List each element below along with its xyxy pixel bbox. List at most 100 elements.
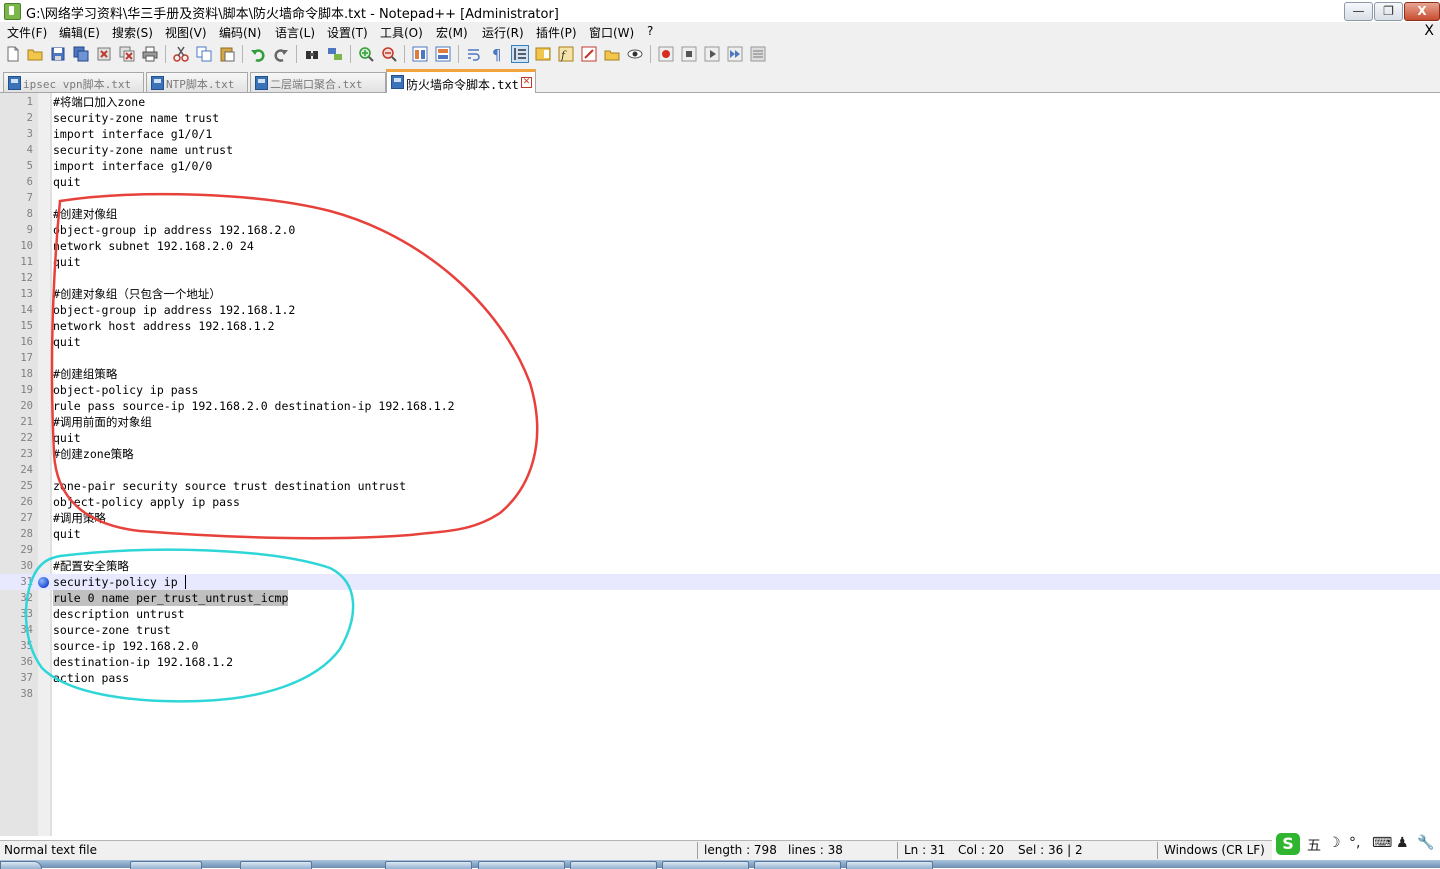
close-button[interactable]: X: [1404, 2, 1440, 21]
editor-line[interactable]: 11 quit: [0, 254, 1440, 270]
folder-as-workspace-icon[interactable]: [581, 46, 597, 62]
line-text[interactable]: #配置安全策略: [53, 558, 129, 574]
editor-line[interactable]: 4 security-zone name untrust: [0, 142, 1440, 158]
editor-line[interactable]: 15 network host address 192.168.1.2: [0, 318, 1440, 334]
editor-line[interactable]: 12: [0, 270, 1440, 286]
line-text[interactable]: network subnet 192.168.2.0 24: [53, 238, 254, 254]
editor-line[interactable]: 6 quit: [0, 174, 1440, 190]
sogou-ime-logo-icon[interactable]: S: [1276, 833, 1300, 855]
paste-icon[interactable]: [219, 46, 235, 62]
editor-line[interactable]: 35 source-ip 192.168.2.0: [0, 638, 1440, 654]
record-macro-icon[interactable]: [658, 46, 674, 62]
line-text[interactable]: security-zone name trust: [53, 110, 219, 126]
show-all-characters-icon[interactable]: ¶: [489, 46, 505, 62]
editor-line[interactable]: 2 security-zone name trust: [0, 110, 1440, 126]
editor-line[interactable]: 16 quit: [0, 334, 1440, 350]
menu-window[interactable]: 窗口(W): [589, 24, 634, 41]
menu-file[interactable]: 文件(F): [7, 24, 47, 41]
save-icon[interactable]: [50, 46, 66, 62]
tab-ipsec-vpn[interactable]: ipsec vpn脚本.txt: [3, 72, 144, 92]
playback-icon[interactable]: [704, 46, 720, 62]
line-text[interactable]: security-policy ip: [53, 574, 185, 590]
line-text[interactable]: #调用策略: [53, 510, 106, 526]
editor-line[interactable]: 9 object-group ip address 192.168.2.0: [0, 222, 1440, 238]
line-text[interactable]: #调用前面的对象组: [53, 414, 152, 430]
sync-vertical-icon[interactable]: [412, 46, 428, 62]
word-wrap-icon[interactable]: [466, 46, 482, 62]
line-text[interactable]: #创建对象组（只包含一个地址）: [53, 286, 221, 302]
folder-icon[interactable]: [604, 46, 620, 62]
editor-line[interactable]: 3 import interface g1/0/1: [0, 126, 1440, 142]
menu-tools[interactable]: 工具(O): [380, 24, 423, 41]
editor-line[interactable]: 33 description untrust: [0, 606, 1440, 622]
minimize-button[interactable]: —: [1344, 2, 1373, 21]
line-text[interactable]: object-group ip address 192.168.1.2: [53, 302, 295, 318]
line-text[interactable]: description untrust: [53, 606, 185, 622]
line-text[interactable]: object-policy apply ip pass: [53, 494, 240, 510]
punctuation-icon[interactable]: °,: [1349, 835, 1360, 851]
menu-macro[interactable]: 宏(M): [436, 24, 468, 41]
user-icon[interactable]: ♟: [1396, 835, 1409, 851]
editor-line[interactable]: 22 quit: [0, 430, 1440, 446]
zoom-out-icon[interactable]: [381, 46, 397, 62]
eol-format-status[interactable]: Windows (CR LF): [1164, 843, 1265, 857]
line-text[interactable]: source-zone trust: [53, 622, 171, 638]
editor-text-area[interactable]: 1 #将端口加入zone 2 security-zone name trust 3 imp…: [0, 94, 1440, 702]
replace-icon[interactable]: [327, 46, 343, 62]
tab-ntp[interactable]: NTP脚本.txt: [146, 72, 248, 92]
menu-language[interactable]: 语言(L): [275, 24, 315, 41]
line-text[interactable]: import interface g1/0/0: [53, 158, 212, 174]
editor-line[interactable]: 24: [0, 462, 1440, 478]
editor-line[interactable]: 20 rule pass source-ip 192.168.2.0 destin…: [0, 398, 1440, 414]
undo-icon[interactable]: [250, 46, 266, 62]
editor-line[interactable]: 28 quit: [0, 526, 1440, 542]
close-all-icon[interactable]: [119, 46, 135, 62]
find-icon[interactable]: [304, 46, 320, 62]
line-text[interactable]: object-group ip address 192.168.2.0: [53, 222, 295, 238]
zoom-in-icon[interactable]: [358, 46, 374, 62]
restore-button[interactable]: ❐: [1374, 2, 1403, 21]
save-macro-icon[interactable]: [750, 46, 766, 62]
line-text[interactable]: #将端口加入zone: [53, 94, 145, 110]
ime-toolbar[interactable]: S 五 ☽ °, ⌨ ♟ 🔧: [1272, 830, 1440, 860]
line-text[interactable]: quit: [53, 526, 81, 542]
editor-line[interactable]: 26 object-policy apply ip pass: [0, 494, 1440, 510]
copy-icon[interactable]: [196, 46, 212, 62]
open-file-icon[interactable]: [27, 46, 43, 62]
close-file-icon[interactable]: [96, 46, 112, 62]
save-all-icon[interactable]: [73, 46, 89, 62]
editor-line[interactable]: 5 import interface g1/0/0: [0, 158, 1440, 174]
editor-line[interactable]: 30 #配置安全策略: [0, 558, 1440, 574]
monitoring-eye-icon[interactable]: [627, 46, 643, 62]
document-map-icon[interactable]: [535, 46, 551, 62]
tab-firewall-script[interactable]: 防火墙命令脚本.txt ✕: [386, 69, 536, 95]
editor-line[interactable]: 31 security-policy ip: [0, 574, 1440, 590]
line-text[interactable]: rule pass source-ip 192.168.2.0 destinat…: [53, 398, 455, 414]
editor-line[interactable]: 32 rule 0 name per_trust_untrust_icmp: [0, 590, 1440, 606]
menu-settings[interactable]: 设置(T): [327, 24, 368, 41]
line-text[interactable]: destination-ip 192.168.1.2: [53, 654, 233, 670]
editor-line[interactable]: 19 object-policy ip pass: [0, 382, 1440, 398]
editor-line[interactable]: 10 network subnet 192.168.2.0 24: [0, 238, 1440, 254]
menu-encoding[interactable]: 编码(N): [219, 24, 261, 41]
line-text[interactable]: network host address 192.168.1.2: [53, 318, 275, 334]
line-text[interactable]: #创建组策略: [53, 366, 117, 382]
editor-line[interactable]: 38: [0, 686, 1440, 702]
tab-layer2-aggregation[interactable]: 二层端口聚合.txt: [250, 72, 386, 92]
editor-line[interactable]: 34 source-zone trust: [0, 622, 1440, 638]
redo-icon[interactable]: [273, 46, 289, 62]
wrench-settings-icon[interactable]: 🔧: [1417, 835, 1434, 851]
line-text[interactable]: zone-pair security source trust destinat…: [53, 478, 406, 494]
menu-run[interactable]: 运行(R): [482, 24, 524, 41]
wubi-mode-icon[interactable]: 五: [1307, 835, 1321, 855]
print-icon[interactable]: [142, 46, 158, 62]
line-text[interactable]: action pass: [53, 670, 129, 686]
line-text[interactable]: rule 0 name per_trust_untrust_icmp: [53, 590, 289, 606]
editor-line[interactable]: 36 destination-ip 192.168.1.2: [0, 654, 1440, 670]
menu-view[interactable]: 视图(V): [165, 24, 207, 41]
editor-line[interactable]: 25 zone-pair security source trust destin…: [0, 478, 1440, 494]
indent-guide-icon[interactable]: [511, 45, 529, 63]
line-text[interactable]: quit: [53, 334, 81, 350]
half-width-moon-icon[interactable]: ☽: [1328, 835, 1341, 851]
cut-icon[interactable]: [173, 46, 189, 62]
